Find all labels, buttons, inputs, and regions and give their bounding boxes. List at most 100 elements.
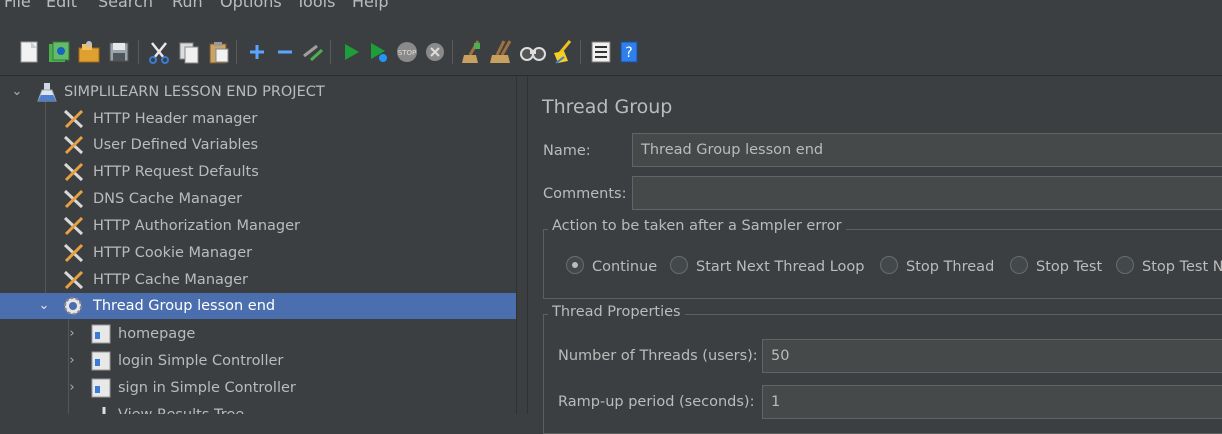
name-field[interactable]: Thread Group lesson end — [632, 133, 1222, 167]
tree-item-login-controller[interactable]: › login Simple Controller — [0, 348, 516, 374]
radio-start-next-thread-loop[interactable]: Start Next Thread Loop — [670, 256, 865, 278]
split-pane-divider[interactable] — [516, 76, 528, 414]
radio-icon — [1010, 256, 1028, 274]
radio-label: Continue — [592, 259, 658, 275]
config-wrench-icon — [63, 109, 84, 129]
tree-item-http-header-manager[interactable]: HTTP Header manager — [0, 106, 516, 132]
tree-item-label: login Simple Controller — [118, 353, 284, 369]
rampup-label: Ramp-up period (seconds): — [558, 394, 755, 410]
config-wrench-icon — [63, 162, 84, 182]
clear-all-icon[interactable] — [490, 38, 516, 66]
chevron-down-icon[interactable]: ⌄ — [10, 79, 24, 105]
threads-label: Number of Threads (users): — [558, 348, 758, 364]
tree-item-label: Thread Group lesson end — [93, 298, 276, 314]
chevron-right-icon[interactable]: › — [65, 321, 79, 347]
tree-item-user-defined-variables[interactable]: User Defined Variables — [0, 132, 516, 158]
tree-item-label: HTTP Cookie Manager — [93, 245, 253, 261]
collapse-icon[interactable] — [272, 38, 298, 66]
radio-label: Stop Thread — [906, 259, 995, 275]
reset-search-icon[interactable] — [550, 38, 576, 66]
tree-item-label: HTTP Cache Manager — [93, 272, 248, 288]
menu-tools[interactable]: Tools — [296, 0, 335, 11]
clear-icon[interactable] — [460, 38, 486, 66]
save-icon[interactable] — [106, 38, 132, 66]
menu-run[interactable]: Run — [172, 0, 203, 11]
radio-icon — [1116, 256, 1134, 274]
templates-icon[interactable] — [46, 38, 72, 66]
tree-item-label: HTTP Header manager — [93, 111, 258, 127]
svg-text:STOP: STOP — [398, 49, 416, 57]
radio-selected-icon — [566, 256, 584, 274]
expand-icon[interactable] — [244, 38, 270, 66]
menu-help[interactable]: Help — [352, 0, 388, 11]
tree-item-signin-controller[interactable]: › sign in Simple Controller — [0, 375, 516, 401]
cut-icon[interactable] — [146, 38, 172, 66]
config-wrench-icon — [63, 243, 84, 263]
listener-icon — [102, 407, 106, 414]
tree-item-http-authorization-manager[interactable]: HTTP Authorization Manager — [0, 213, 516, 239]
tree-item-thread-group[interactable]: ⌄ Thread Group lesson end — [0, 293, 516, 319]
tree-item-view-results-tree[interactable]: View Results Tree — [0, 402, 516, 414]
radio-icon — [670, 256, 688, 274]
tree-item-http-cookie-manager[interactable]: HTTP Cookie Manager — [0, 240, 516, 266]
search-icon[interactable] — [520, 38, 546, 66]
menu-file[interactable]: File — [4, 0, 31, 11]
radio-label: Stop Test Now — [1142, 259, 1222, 275]
tree-item-label: View Results Tree — [118, 402, 244, 414]
controller-icon — [91, 351, 111, 371]
tree-item-http-request-defaults[interactable]: HTTP Request Defaults — [0, 159, 516, 185]
config-wrench-icon — [63, 270, 84, 290]
page-title: Thread Group — [542, 96, 673, 118]
menu-search[interactable]: Search — [98, 0, 153, 11]
copy-icon[interactable] — [176, 38, 202, 66]
new-icon[interactable] — [16, 38, 42, 66]
tree-item-label: sign in Simple Controller — [118, 380, 296, 396]
shutdown-icon[interactable] — [422, 38, 448, 66]
radio-stop-thread[interactable]: Stop Thread — [880, 256, 994, 278]
tree-item-label: homepage — [118, 326, 196, 342]
radio-icon — [880, 256, 898, 274]
open-icon[interactable] — [76, 38, 102, 66]
toggle-icon[interactable] — [300, 38, 326, 66]
thread-group-panel: Thread Group Name: Thread Group lesson e… — [528, 76, 1222, 434]
controller-icon — [91, 378, 111, 398]
tree-item-http-cache-manager[interactable]: HTTP Cache Manager — [0, 267, 516, 293]
start-no-pauses-icon[interactable] — [366, 38, 392, 66]
tree-item-label: HTTP Authorization Manager — [93, 218, 301, 234]
tree-item-dns-cache-manager[interactable]: DNS Cache Manager — [0, 186, 516, 212]
config-wrench-icon — [63, 189, 84, 209]
menu-options[interactable]: Options — [220, 0, 282, 11]
toolbar: STOP ? — [0, 30, 1222, 76]
comments-label: Comments: — [543, 186, 627, 202]
stop-icon[interactable]: STOP — [394, 38, 420, 66]
comments-field[interactable] — [632, 176, 1222, 210]
start-icon[interactable] — [338, 38, 364, 66]
tree-root-label: SIMPLILEARN LESSON END PROJECT — [64, 84, 325, 100]
menu-edit[interactable]: Edit — [46, 0, 77, 11]
chevron-right-icon[interactable]: › — [65, 375, 79, 401]
radio-label: Start Next Thread Loop — [696, 259, 865, 275]
paste-icon[interactable] — [206, 38, 232, 66]
config-wrench-icon — [63, 135, 84, 155]
controller-icon — [91, 324, 111, 344]
tree-item-homepage[interactable]: › homepage — [0, 321, 516, 347]
tree-root[interactable]: ⌄ SIMPLILEARN LESSON END PROJECT — [0, 79, 516, 105]
tree-item-label: User Defined Variables — [93, 137, 259, 153]
thread-properties-label: Thread Properties — [548, 304, 685, 320]
name-label: Name: — [543, 143, 591, 159]
radio-stop-test-now[interactable]: Stop Test Now — [1116, 256, 1222, 278]
chevron-down-icon[interactable]: ⌄ — [37, 293, 51, 319]
function-helper-icon[interactable] — [588, 38, 614, 66]
sampler-error-group-label: Action to be taken after a Sampler error — [548, 218, 846, 234]
chevron-right-icon[interactable]: › — [65, 348, 79, 374]
menu-bar: File Edit Search Run Options Tools Help — [0, 0, 1222, 30]
test-plan-tree: ⌄ SIMPLILEARN LESSON END PROJECT HTTP He… — [0, 76, 516, 414]
tree-item-label: HTTP Request Defaults — [93, 164, 259, 180]
threads-field[interactable]: 50 — [762, 339, 1222, 373]
radio-label: Stop Test — [1036, 259, 1103, 275]
radio-stop-test[interactable]: Stop Test — [1010, 256, 1102, 278]
config-wrench-icon — [63, 216, 84, 236]
radio-continue[interactable]: Continue — [566, 256, 657, 278]
gear-icon — [64, 297, 82, 315]
help-icon[interactable]: ? — [616, 38, 642, 66]
